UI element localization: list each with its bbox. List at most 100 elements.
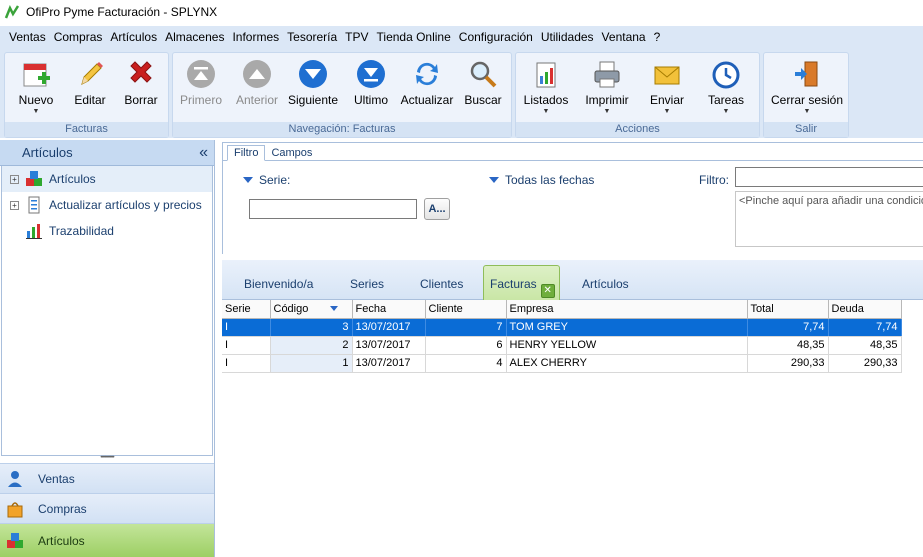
condition-box[interactable]: <Pinche aquí para añadir una condición> <box>735 191 923 247</box>
primero-button[interactable]: Primero <box>173 55 229 123</box>
expand-icon[interactable]: + <box>10 200 19 210</box>
filter-tabs: Filtro Campos <box>223 143 923 161</box>
listados-button[interactable]: Listados ▼ <box>518 55 574 123</box>
menu-help[interactable]: ? <box>650 30 665 44</box>
table-row[interactable]: I 1 13/07/2017 4 ALEX CHERRY 290,33 290,… <box>222 354 923 373</box>
imprimir-button[interactable]: Imprimir ▼ <box>579 55 635 123</box>
tree-item-articulos[interactable]: + Artículos <box>2 166 212 192</box>
dropdown-triangle-icon <box>243 177 253 183</box>
menu-ventana[interactable]: Ventana <box>598 30 650 44</box>
tab-bienvenido[interactable]: Bienvenido/a <box>244 277 313 291</box>
dropdown-arrow-icon: ▼ <box>603 108 611 115</box>
cubes-icon <box>7 532 23 548</box>
invoices-grid: Serie Código Fecha Cliente Empresa Total… <box>222 300 923 373</box>
logout-door-icon <box>795 61 818 87</box>
person-icon <box>8 470 22 487</box>
dropdown-arrow-icon: ▼ <box>722 108 730 115</box>
refresh-icon <box>416 62 438 86</box>
sidebar-title: Artículos <box>22 145 73 160</box>
dropdown-arrow-icon: ▼ <box>803 108 811 115</box>
previous-record-icon <box>243 60 271 88</box>
document-tabs: Bienvenido/a Series Clientes Facturas ✕ … <box>222 260 923 300</box>
ribbon-group-facturas: Nuevo ▼ Editar Borrar Facturas <box>4 52 169 138</box>
bar-chart-icon <box>26 224 42 239</box>
tab-series[interactable]: Series <box>350 277 384 291</box>
cerrar-sesion-button[interactable]: Cerrar sesión ▼ <box>769 55 845 123</box>
tab-facturas-label: Facturas <box>490 277 537 291</box>
borrar-button[interactable]: Borrar <box>113 55 169 123</box>
filtro-label: Filtro: <box>699 173 729 187</box>
nav-articulos[interactable]: Artículos <box>0 523 214 557</box>
dropdown-triangle-icon <box>489 177 499 183</box>
menu-ventas[interactable]: Ventas <box>5 30 50 44</box>
first-record-icon <box>187 60 215 88</box>
buscar-button[interactable]: Buscar <box>455 55 511 123</box>
col-total[interactable]: Total <box>747 300 829 319</box>
delete-x-icon <box>130 61 152 83</box>
serie-input[interactable] <box>249 199 417 219</box>
menu-configuracion[interactable]: Configuración <box>455 30 537 44</box>
serie-dropdown[interactable]: Serie: <box>243 173 290 187</box>
menu-tienda-online[interactable]: Tienda Online <box>373 30 455 44</box>
cubes-icon <box>26 171 42 186</box>
siguiente-button[interactable]: Siguiente <box>285 55 341 123</box>
tareas-button[interactable]: Tareas ▼ <box>698 55 754 123</box>
pencil-icon <box>81 62 103 85</box>
tree-item-trazabilidad[interactable]: Trazabilidad <box>2 218 212 244</box>
a-button[interactable]: A... <box>424 198 450 220</box>
close-tab-icon[interactable]: ✕ <box>540 284 555 298</box>
col-empresa[interactable]: Empresa <box>506 300 748 319</box>
clock-icon <box>712 61 740 89</box>
grid-header: Serie Código Fecha Cliente Empresa Total… <box>222 300 923 319</box>
table-row[interactable]: I 2 13/07/2017 6 HENRY YELLOW 48,35 48,3… <box>222 336 923 355</box>
nav-compras[interactable]: Compras <box>0 493 214 523</box>
col-cliente[interactable]: Cliente <box>425 300 507 319</box>
enviar-button[interactable]: Enviar ▼ <box>639 55 695 123</box>
collapse-sidebar-icon[interactable]: « <box>199 144 208 162</box>
menu-compras[interactable]: Compras <box>50 30 107 44</box>
magnifier-icon <box>470 61 497 88</box>
menu-utilidades[interactable]: Utilidades <box>537 30 598 44</box>
ribbon-group-acciones: Listados ▼ Imprimir ▼ Enviar ▼ Tareas ▼ … <box>515 52 760 138</box>
sidebar-tree: + Artículos + Actualizar artículos y pre… <box>1 166 213 456</box>
nav-ventas[interactable]: Ventas <box>0 463 214 493</box>
menu-bar: Ventas Compras Artículos Almacenes Infor… <box>0 26 923 48</box>
table-row[interactable]: I 3 13/07/2017 7 TOM GREY 7,74 7,74 <box>222 318 923 337</box>
editar-button[interactable]: Editar <box>62 55 118 123</box>
col-serie[interactable]: Serie <box>222 300 271 319</box>
sidebar: Artículos « + Artículos + Actualizar art… <box>0 140 215 557</box>
menu-tpv[interactable]: TPV <box>341 30 372 44</box>
anterior-button[interactable]: Anterior <box>229 55 285 123</box>
fechas-dropdown[interactable]: Todas las fechas <box>489 173 594 187</box>
nuevo-button[interactable]: Nuevo ▼ <box>8 55 64 123</box>
window-title: OfiPro Pyme Facturación - SPLYNX <box>26 5 218 19</box>
menu-informes[interactable]: Informes <box>228 30 283 44</box>
last-record-icon <box>357 60 385 88</box>
menu-articulos[interactable]: Artículos <box>106 30 161 44</box>
sort-descending-icon <box>330 306 339 312</box>
tab-clientes[interactable]: Clientes <box>420 277 463 291</box>
tab-campos[interactable]: Campos <box>265 146 318 160</box>
printer-icon <box>594 61 620 88</box>
filter-body: Serie: A... Todas las fechas Filtro: <Pi… <box>223 161 923 254</box>
col-deuda[interactable]: Deuda <box>828 300 902 319</box>
new-document-icon <box>23 63 50 87</box>
ribbon: Nuevo ▼ Editar Borrar Facturas Primero A… <box>0 48 923 138</box>
actualizar-button[interactable]: Actualizar <box>399 55 455 123</box>
tab-filtro[interactable]: Filtro <box>227 145 266 161</box>
tab-facturas[interactable]: Facturas ✕ <box>483 265 560 300</box>
tab-articulos[interactable]: Artículos <box>582 277 629 291</box>
dropdown-arrow-icon: ▼ <box>663 108 671 115</box>
filtro-input[interactable] <box>735 167 923 187</box>
splitter-grip[interactable]: •••••••••••• <box>0 455 214 462</box>
menu-tesoreria[interactable]: Tesorería <box>283 30 341 44</box>
report-list-icon <box>536 62 556 88</box>
expand-icon[interactable]: + <box>10 174 19 184</box>
menu-almacenes[interactable]: Almacenes <box>161 30 228 44</box>
col-fecha[interactable]: Fecha <box>352 300 426 319</box>
ultimo-button[interactable]: Ultimo <box>343 55 399 123</box>
tree-item-actualizar-articulos[interactable]: + Actualizar artículos y precios <box>2 192 212 218</box>
col-codigo[interactable]: Código <box>270 300 353 319</box>
grid-header-filler <box>901 300 923 318</box>
shopping-bag-icon <box>7 501 23 517</box>
